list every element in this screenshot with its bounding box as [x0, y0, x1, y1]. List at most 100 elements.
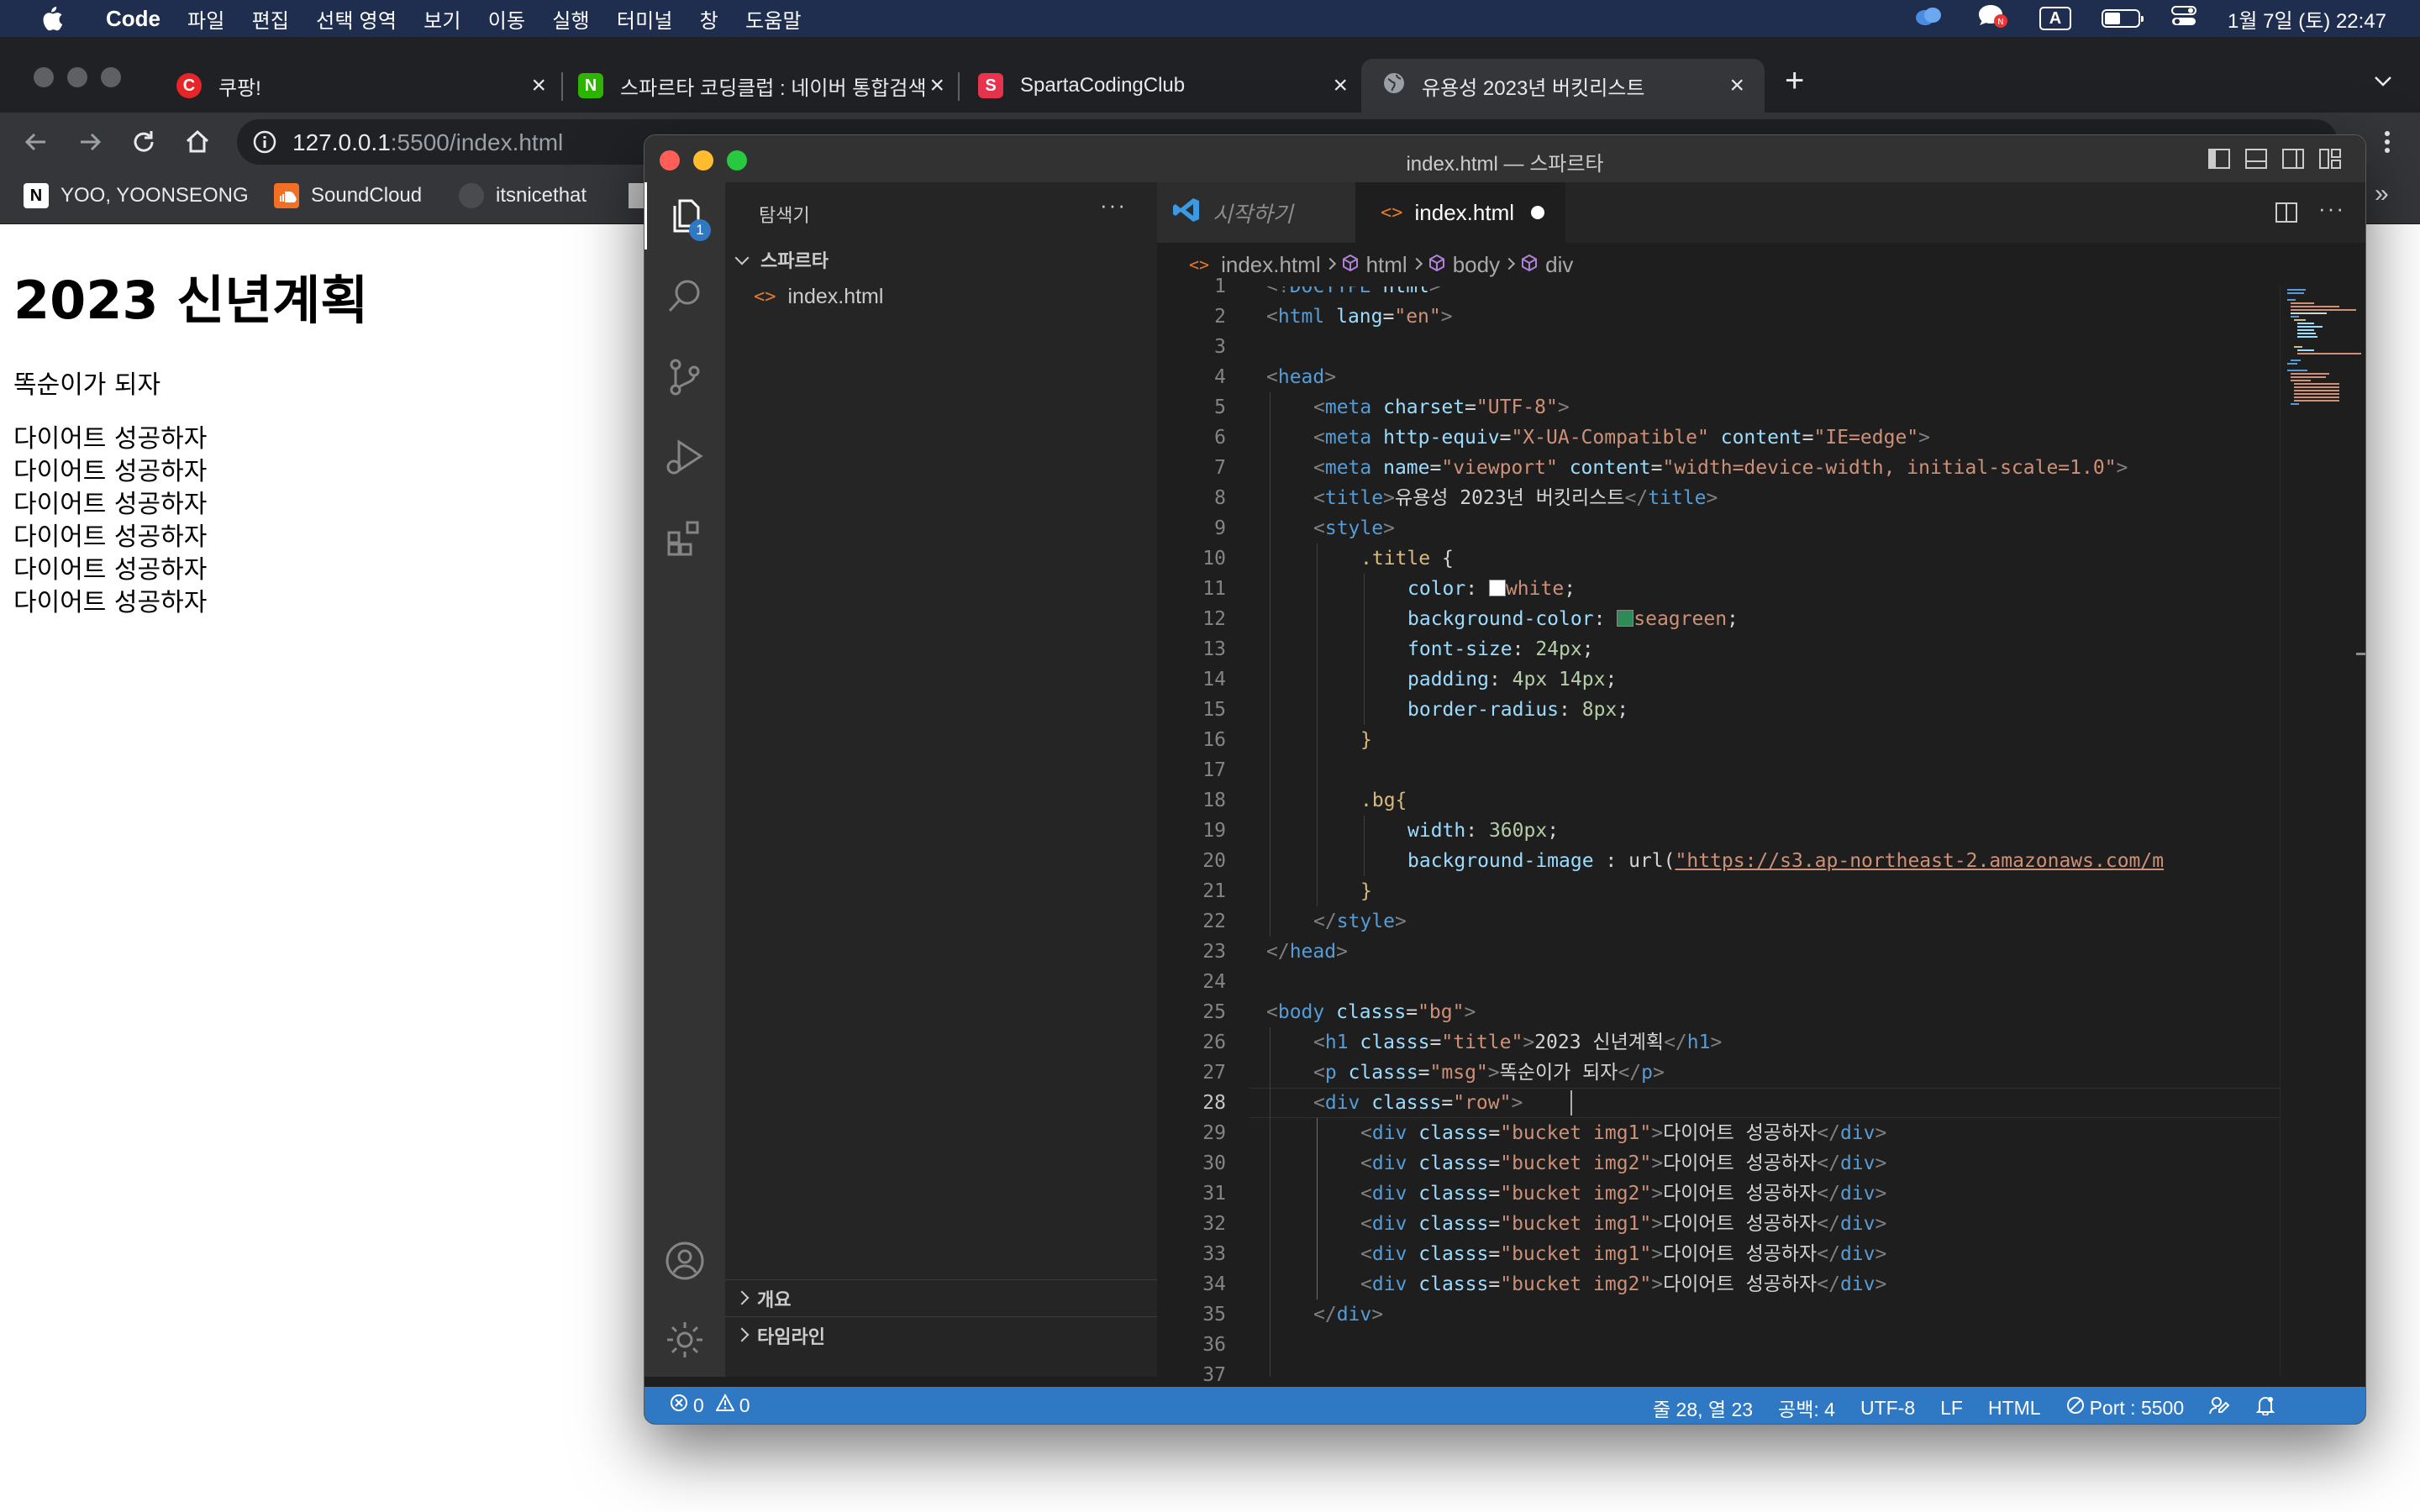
maximize-window-button[interactable] — [101, 67, 121, 87]
tab-search-chevron-icon[interactable] — [2373, 74, 2393, 92]
live-server-port[interactable]: Port : 5500 — [2066, 1396, 2184, 1420]
code-line[interactable]: <head> — [1266, 362, 1336, 392]
unsaved-dot-icon[interactable] — [1531, 206, 1544, 219]
menu-view[interactable]: 보기 — [424, 4, 461, 34]
toggle-panel-icon[interactable] — [2244, 147, 2268, 176]
code-line[interactable]: border-radius: 8px; — [1407, 695, 1628, 725]
code-line[interactable]: <!DOCTYPE html> — [1266, 286, 1441, 302]
breadcrumb-body[interactable]: body — [1453, 252, 1500, 278]
code-line[interactable]: } — [1360, 725, 1372, 755]
bookmark-document-icon[interactable] — [629, 183, 645, 208]
accounts-activity[interactable] — [644, 1227, 725, 1294]
code-line[interactable]: <div classs="bucket img2">다이어트 성공하자</div… — [1360, 1269, 1886, 1299]
code-line[interactable]: color: white; — [1407, 574, 1576, 604]
notifications-bell-icon[interactable] — [2255, 1395, 2275, 1420]
explorer-more-actions-icon[interactable]: ··· — [1100, 192, 1127, 218]
home-icon[interactable] — [183, 128, 212, 160]
manage-activity[interactable] — [644, 1306, 725, 1373]
new-tab-plus-icon[interactable]: + — [1785, 62, 1804, 100]
source-control-activity[interactable] — [644, 344, 725, 411]
close-tab-icon[interactable]: × — [1729, 71, 1744, 100]
code-line[interactable]: } — [1360, 876, 1372, 906]
menu-app-name[interactable]: Code — [106, 6, 160, 32]
menu-window[interactable]: 창 — [700, 4, 718, 34]
code-line[interactable]: </div> — [1313, 1299, 1383, 1330]
code-line[interactable]: <html lang="en"> — [1266, 302, 1453, 332]
code-line[interactable]: </head> — [1266, 937, 1348, 967]
apple-icon[interactable] — [34, 6, 69, 31]
extensions-activity[interactable] — [644, 505, 725, 572]
menubar-clock[interactable]: 1월 7일 (토) 22:47 — [2228, 4, 2386, 34]
timeline-section-header[interactable]: 타임라인 — [725, 1316, 1157, 1354]
browser-tab-active[interactable]: 유용성 2023년 버킷리스트 × — [1361, 59, 1765, 113]
outline-section-header[interactable]: 개요 — [725, 1279, 1157, 1317]
code-line[interactable]: <div classs="bucket img2">다이어트 성공하자</div… — [1360, 1179, 1886, 1209]
encoding-setting[interactable]: UTF-8 — [1860, 1397, 1915, 1420]
bookmark-itsnicethat[interactable]: itsnicethat — [459, 183, 587, 208]
menu-selection[interactable]: 선택 영역 — [316, 4, 397, 34]
split-editor-icon[interactable] — [2275, 201, 2298, 228]
minimize-window-button[interactable] — [67, 67, 87, 87]
code-line[interactable]: background-image : url("https://s3.ap-no… — [1407, 846, 2164, 876]
battery-icon[interactable] — [2102, 9, 2144, 28]
close-tab-icon[interactable]: × — [929, 71, 944, 100]
problems-indicator[interactable]: 0 0 — [670, 1393, 750, 1417]
feedback-person-icon[interactable] — [2209, 1395, 2231, 1420]
browser-tab-naver[interactable]: N 스파르타 코딩클럽 : 네이버 통합검색 × — [578, 59, 944, 113]
tab-welcome[interactable]: 시작하기 — [1157, 182, 1356, 243]
forward-arrow-icon[interactable] — [76, 128, 104, 160]
browser-tab-coupang[interactable]: C 쿠팡! × — [176, 59, 546, 113]
close-tab-icon[interactable]: × — [531, 71, 546, 100]
control-center-icon[interactable] — [2170, 4, 2197, 34]
bookmark-soundcloud[interactable]: SoundCloud — [274, 183, 422, 208]
breadcrumb-div[interactable]: div — [1545, 252, 1573, 278]
tab-index-html[interactable]: <> index.html — [1355, 182, 1565, 243]
code-line[interactable]: <meta charset="UTF-8"> — [1313, 392, 1570, 423]
cursor-position[interactable]: 줄 28, 열 23 — [1653, 1394, 1753, 1422]
code-line[interactable]: padding: 4px 14px; — [1407, 664, 1617, 695]
toggle-secondary-sidebar-icon[interactable] — [2281, 147, 2305, 176]
code-line[interactable]: <body classs="bg"> — [1266, 997, 1476, 1027]
site-info-icon[interactable] — [252, 129, 277, 159]
code-line[interactable]: <div classs="bucket img2">다이어트 성공하자</div… — [1360, 1148, 1886, 1179]
menu-run[interactable]: 실행 — [552, 4, 590, 34]
close-tab-icon[interactable]: × — [1333, 71, 1348, 100]
menu-edit[interactable]: 편집 — [252, 4, 290, 34]
toggle-primary-sidebar-icon[interactable] — [2207, 147, 2231, 176]
breadcrumb-html[interactable]: html — [1366, 252, 1407, 278]
code-line[interactable]: <title>유용성 2023년 버킷리스트</title> — [1313, 483, 1718, 513]
code-line[interactable]: <h1 classs="title">2023 신년계획</h1> — [1313, 1027, 1722, 1058]
bookmark-yoonseong[interactable]: N YOO, YOONSEONG — [24, 183, 249, 208]
code-line[interactable]: </style> — [1313, 906, 1407, 937]
menu-go[interactable]: 이동 — [488, 4, 526, 34]
code-line[interactable]: font-size: 24px; — [1407, 634, 1594, 664]
code-line[interactable]: width: 360px; — [1407, 816, 1559, 846]
input-source-indicator[interactable]: A — [2039, 7, 2072, 30]
eol-setting[interactable]: LF — [1940, 1397, 1963, 1420]
breadcrumb-file[interactable]: index.html — [1221, 252, 1321, 278]
folder-spartaa-header[interactable]: 스파르타 — [725, 243, 1157, 276]
menu-terminal[interactable]: 터미널 — [617, 4, 673, 34]
minimap[interactable] — [2280, 286, 2365, 1377]
browser-menu-icon[interactable] — [2383, 128, 2391, 160]
run-debug-activity[interactable] — [644, 424, 725, 491]
indentation-setting[interactable]: 공백: 4 — [1778, 1394, 1835, 1422]
back-arrow-icon[interactable] — [22, 128, 50, 160]
code-line[interactable]: <meta http-equiv="X-UA-Compatible" conte… — [1313, 423, 1930, 453]
code-line[interactable]: <p classs="msg">똑순이가 되자</p> — [1313, 1058, 1665, 1088]
customize-layout-icon[interactable] — [2318, 147, 2342, 176]
browser-tab-spartacodingclub[interactable]: S SpartaCodingClub × — [978, 59, 1348, 113]
more-bookmarks-icon[interactable]: » — [2375, 180, 2389, 208]
language-mode[interactable]: HTML — [1988, 1397, 2041, 1420]
search-activity[interactable] — [644, 263, 725, 330]
close-window-button[interactable] — [34, 67, 54, 87]
cloud-status-icon[interactable] — [1912, 3, 1945, 34]
code-line[interactable]: <style> — [1313, 513, 1395, 543]
code-editor[interactable]: <!DOCTYPE html> <html lang="en"> <head> <me… — [1249, 286, 2280, 1377]
code-line[interactable]: <meta name="viewport" content="width=dev… — [1313, 453, 2128, 483]
code-line[interactable]: <div classs="bucket img1">다이어트 성공하자</div… — [1360, 1209, 1886, 1239]
file-index-html[interactable]: <> index.html — [725, 280, 1157, 313]
code-line[interactable]: <div classs="bucket img1">다이어트 성공하자</div… — [1360, 1118, 1886, 1148]
code-line[interactable]: <div classs="bucket img1">다이어트 성공하자</div… — [1360, 1239, 1886, 1269]
reload-icon[interactable] — [129, 128, 158, 160]
